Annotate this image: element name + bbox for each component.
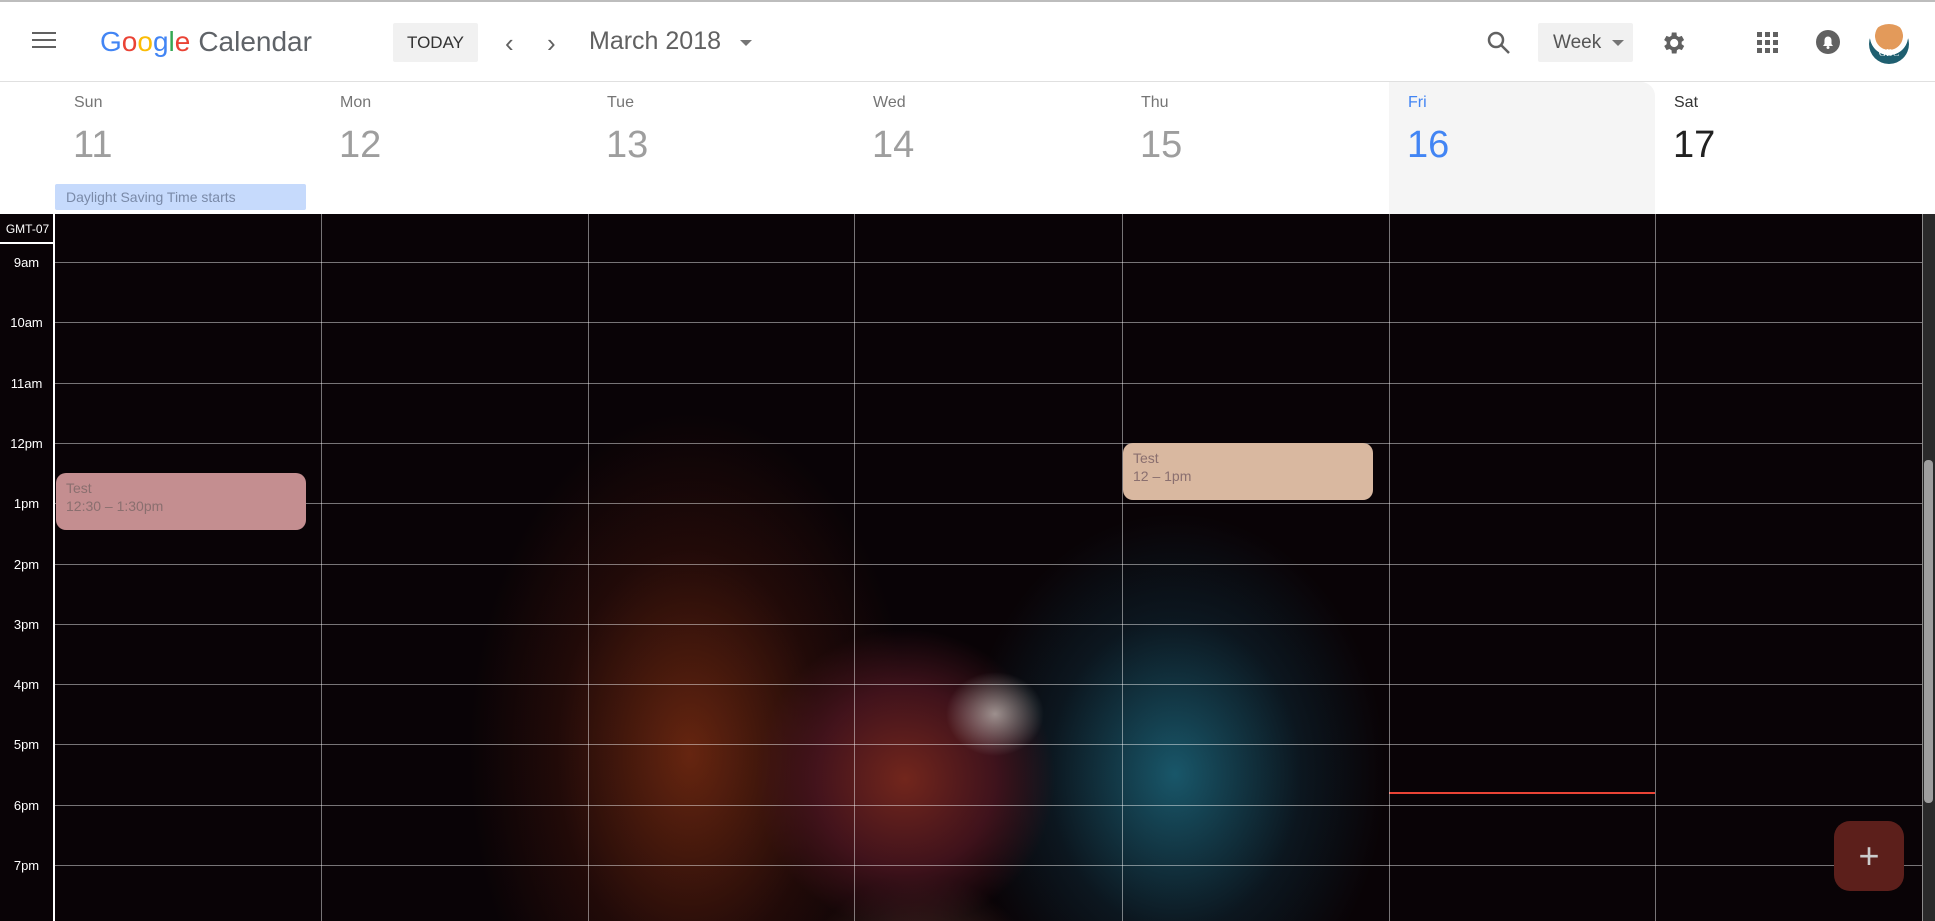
- top-app-bar: Google Calendar TODAY ‹ › March 2018 Week…: [0, 0, 1935, 82]
- calendar-event[interactable]: Test 12 – 1pm: [1123, 442, 1373, 501]
- day-header-tue[interactable]: Tue 13: [588, 82, 854, 214]
- hour-label: 2pm: [13, 556, 40, 572]
- day-column-divider: [588, 214, 589, 921]
- day-number[interactable]: 17: [1673, 124, 1715, 167]
- hour-line: [55, 503, 1922, 505]
- hour-label: 4pm: [13, 677, 40, 693]
- view-label: Week: [1553, 32, 1602, 53]
- day-column-divider: [1922, 214, 1923, 921]
- app-name: Calendar: [198, 26, 312, 57]
- google-logo: Google: [100, 26, 190, 57]
- calendar-event[interactable]: Test 12:30 – 1:30pm: [56, 473, 306, 531]
- notifications-bell-icon[interactable]: [1815, 29, 1841, 55]
- hour-line: [55, 865, 1922, 866]
- day-number[interactable]: 14: [872, 124, 914, 167]
- day-column-divider: [1389, 214, 1390, 921]
- day-number[interactable]: 11: [73, 124, 112, 167]
- timezone-label: GMT-07: [0, 214, 55, 244]
- hour-line: [55, 262, 1922, 263]
- day-name: Wed: [873, 94, 906, 111]
- month-label[interactable]: March 2018: [589, 27, 721, 56]
- day-header-mon[interactable]: Mon 12: [321, 82, 588, 214]
- google-calendar-logo[interactable]: Google Calendar: [100, 26, 312, 58]
- event-time: 12:30 – 1:30pm: [66, 498, 164, 515]
- hour-label: 10am: [10, 315, 43, 331]
- day-column-divider: [321, 214, 322, 921]
- day-header-wed[interactable]: Wed 14: [854, 82, 1122, 214]
- day-number[interactable]: 15: [1140, 124, 1182, 167]
- day-header-thu[interactable]: Thu 15: [1122, 82, 1389, 214]
- day-name: Tue: [607, 94, 634, 111]
- day-name: Thu: [1141, 94, 1169, 111]
- event-title: Test: [1133, 449, 1159, 466]
- day-number[interactable]: 13: [606, 124, 648, 167]
- hour-label: 9am: [13, 255, 40, 270]
- day-name: Sat: [1674, 94, 1699, 111]
- event-time: 12 – 1pm: [1133, 467, 1192, 484]
- day-name: Mon: [340, 94, 372, 111]
- apps-grid-icon[interactable]: [1757, 32, 1779, 54]
- gear-icon[interactable]: [1659, 29, 1687, 57]
- logo-letter: e: [174, 26, 191, 57]
- hour-line: [55, 804, 1922, 806]
- day-header-sat[interactable]: Sat 17: [1655, 82, 1922, 214]
- day-column-divider: [854, 214, 855, 921]
- chevron-left-icon[interactable]: ‹: [505, 28, 514, 59]
- current-time-indicator: [1389, 792, 1655, 794]
- day-number[interactable]: 16: [1407, 124, 1449, 167]
- logo-letter: o: [121, 26, 138, 57]
- all-day-event[interactable]: Daylight Saving Time starts: [55, 184, 306, 210]
- search-icon[interactable]: [1486, 30, 1512, 56]
- month-dropdown-icon[interactable]: [740, 40, 752, 46]
- logo-letter: o: [137, 26, 153, 57]
- hour-line: [55, 623, 1922, 625]
- account-avatar[interactable]: GBC: [1869, 24, 1909, 64]
- main-menu-icon[interactable]: [32, 32, 56, 50]
- view-dropdown-icon: [1612, 40, 1624, 46]
- logo-letter: G: [100, 26, 122, 57]
- logo-letter: g: [152, 26, 169, 57]
- day-name: Sun: [74, 94, 103, 111]
- scrollbar-thumb[interactable]: [1924, 460, 1933, 803]
- chevron-right-icon[interactable]: ›: [547, 28, 556, 59]
- hour-line: [55, 744, 1922, 746]
- vertical-scrollbar[interactable]: [1922, 214, 1935, 921]
- create-event-button[interactable]: +: [1834, 821, 1904, 891]
- day-column-divider: [1122, 214, 1123, 921]
- hour-line: [55, 322, 1922, 324]
- hour-label: 7pm: [13, 858, 40, 873]
- hour-label: 5pm: [13, 737, 40, 753]
- hour-label: 12pm: [10, 435, 43, 451]
- hour-label: 3pm: [13, 616, 40, 632]
- event-title: Test: [66, 480, 92, 497]
- hour-line: [55, 684, 1922, 686]
- week-grid[interactable]: GMT-07 9am 10am 11am 12pm 1pm 2pm 3pm 4pm 5pm 6pm…: [0, 214, 1935, 921]
- day-header-fri[interactable]: Fri 16: [1389, 82, 1655, 214]
- day-name: Fri: [1408, 94, 1427, 111]
- day-column-divider: [1655, 214, 1656, 921]
- hour-line: [55, 563, 1922, 565]
- today-button[interactable]: TODAY: [393, 23, 478, 62]
- hour-label: 6pm: [13, 797, 40, 813]
- hour-line: [55, 382, 1922, 384]
- day-number[interactable]: 12: [339, 124, 381, 167]
- hour-label: 11am: [10, 375, 43, 391]
- hour-label: 1pm: [13, 496, 40, 512]
- hour-line: [55, 442, 1922, 444]
